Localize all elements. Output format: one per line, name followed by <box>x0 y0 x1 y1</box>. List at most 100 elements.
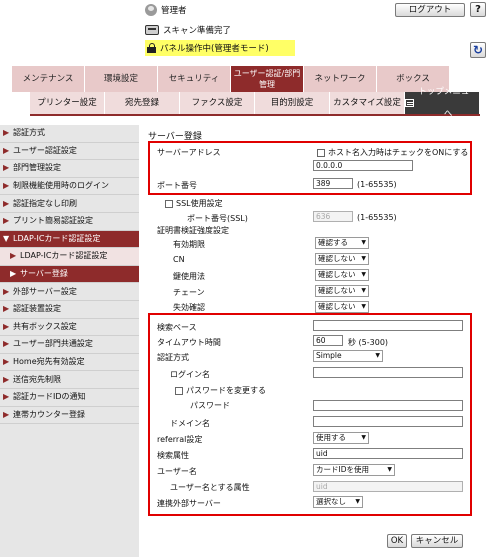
sidebar-item-restricted-login[interactable]: ▶ 制限機能使用時のログイン <box>0 177 139 196</box>
expiry-select[interactable]: 確認する ▼ <box>315 237 369 249</box>
chevron-down-icon: ▼ <box>3 233 10 243</box>
chevron-right-icon: ▶ <box>3 198 10 208</box>
sidebar-item-simple-print-auth[interactable]: ▶ プリント簡易認証設定 <box>0 212 139 231</box>
username-attr-label: ユーザー名とする属性 <box>170 483 250 492</box>
sidebar-item-send-limit[interactable]: ▶ 送信宛先制限 <box>0 371 139 389</box>
port-label: ポート番号 <box>157 181 197 190</box>
search-attr-label: 検索属性 <box>157 451 189 460</box>
chevron-right-icon: ▶ <box>3 145 10 155</box>
auth-method-label: 認証方式 <box>157 353 189 362</box>
password-input[interactable] <box>313 400 463 411</box>
login-name-input[interactable] <box>313 367 463 378</box>
chevron-right-icon: ▶ <box>3 304 10 314</box>
search-base-input[interactable] <box>313 320 463 331</box>
sidebar-item-home-dest[interactable]: ▶ Home宛先有効設定 <box>0 353 139 372</box>
referral-select[interactable]: 使用する ▼ <box>313 432 369 444</box>
chevron-down-icon: ▼ <box>375 352 380 359</box>
chevron-right-icon: ▶ <box>3 128 10 138</box>
login-name-label: ログイン名 <box>170 370 210 379</box>
server-address-label: サーバーアドレス <box>157 148 221 157</box>
change-password-checkbox[interactable] <box>175 386 183 395</box>
tab-security[interactable]: セキュリティ <box>158 66 231 92</box>
username-select[interactable]: カードIDを使用 ▼ <box>313 464 395 476</box>
timeout-label: タイムアウト時間 <box>157 338 221 347</box>
chevron-down-icon: ▼ <box>361 434 366 441</box>
chain-select[interactable]: 確認しない ▼ <box>315 285 369 297</box>
tab-fax[interactable]: ファクス設定 <box>180 92 255 114</box>
external-server-select[interactable]: 選択なし ▼ <box>313 496 363 508</box>
domain-label: ドメイン名 <box>170 419 210 428</box>
tab-customize[interactable]: カスタマイズ設定 <box>330 92 405 114</box>
chevron-down-icon: ▼ <box>361 287 366 294</box>
chevron-right-icon: ▶ <box>3 392 10 402</box>
chevron-right-icon: ▶ <box>3 357 10 367</box>
device-status: スキャン準備完了 <box>145 24 231 36</box>
chevron-right-icon: ▶ <box>3 216 10 226</box>
sidebar-item-auth-device[interactable]: ▶ 認証装置設定 <box>0 300 139 319</box>
ssl-port-input[interactable]: 636 <box>313 211 353 222</box>
search-base-label: 検索ベース <box>157 323 197 332</box>
sidebar-item-user-auth[interactable]: ▶ ユーザー認証設定 <box>0 142 139 161</box>
cancel-button[interactable]: キャンセル <box>411 534 463 548</box>
chevron-down-icon: ▼ <box>361 255 366 262</box>
username-attr-input[interactable]: uid <box>313 481 463 492</box>
sidebar-item-auth-method[interactable]: ▶ 認証方式 <box>0 125 139 143</box>
ssl-setting-row[interactable]: SSL使用設定 <box>165 198 223 209</box>
cert-strength-label: 証明書検証強度設定 <box>157 226 229 235</box>
chevron-right-icon: ▶ <box>3 181 10 191</box>
key-usage-select[interactable]: 確認しない ▼ <box>315 269 369 281</box>
chain-label: チェーン <box>173 288 205 297</box>
server-address-input[interactable]: 0.0.0.0 <box>313 160 413 171</box>
ok-button[interactable]: OK <box>387 534 407 548</box>
revoke-label: 失効確認 <box>173 303 205 312</box>
tab-purpose[interactable]: 目的別設定 <box>255 92 330 114</box>
auth-method-select[interactable]: Simple ▼ <box>313 350 383 362</box>
sidebar-item-user-dept-common[interactable]: ▶ ユーザー部門共通設定 <box>0 336 139 354</box>
sidebar-item-card-id-notice[interactable]: ▶ 認証カードIDの通知 <box>0 388 139 407</box>
port-range: (1-65535) <box>357 180 397 189</box>
host-name-checkbox[interactable] <box>317 148 325 157</box>
change-password-row[interactable]: パスワードを変更する <box>175 385 266 396</box>
cn-select[interactable]: 確認しない ▼ <box>315 253 369 265</box>
domain-input[interactable] <box>313 416 463 427</box>
sidebar-subitem-server-register[interactable]: ▶ サーバー登録 <box>0 265 139 284</box>
sidebar-item-dept[interactable]: ▶ 部門管理設定 <box>0 160 139 178</box>
tab-maintenance[interactable]: メンテナンス <box>12 66 85 92</box>
ssl-port-range: (1-65535) <box>357 213 397 222</box>
host-name-checkbox-row[interactable]: ホスト名入力時はチェックをONにする <box>317 147 468 158</box>
timeout-input[interactable]: 60 <box>313 335 343 346</box>
sidebar-item-counter-register[interactable]: ▶ 連帯カウンター登録 <box>0 406 139 425</box>
sidebar-item-ldap-ic[interactable]: ▼ LDAP-ICカード認証設定 <box>0 230 139 249</box>
refresh-button[interactable]: ↻ <box>470 42 486 58</box>
main-tabs: メンテナンス 環境設定 セキュリティ ユーザー認証/部門管理 ネットワーク ボッ… <box>12 66 450 92</box>
tab-top-menu[interactable]: トップメニューへ <box>405 87 480 119</box>
status-text: スキャン準備完了 <box>163 26 232 36</box>
ssl-checkbox[interactable] <box>165 199 173 208</box>
sidebar-item-noauth-print[interactable]: ▶ 認証指定なし印刷 <box>0 195 139 213</box>
port-input[interactable]: 389 <box>313 178 353 189</box>
tab-user-auth[interactable]: ユーザー認証/部門管理 <box>231 66 304 92</box>
chevron-right-icon: ▶ <box>3 374 10 384</box>
chevron-right-icon: ▶ <box>3 286 10 296</box>
panel-mode-banner: パネル操作中(管理者モード) <box>145 40 295 56</box>
sidebar-item-external-server[interactable]: ▶ 外部サーバー設定 <box>0 283 139 301</box>
key-usage-label: 鍵使用法 <box>173 272 205 281</box>
revoke-select[interactable]: 確認しない ▼ <box>315 301 369 313</box>
help-button[interactable]: ? <box>470 2 486 17</box>
sidebar-subitem-ldap-ic[interactable]: ▶ LDAP-ICカード認証設定 <box>0 248 139 266</box>
logout-button[interactable]: ログアウト <box>395 3 465 17</box>
tab-address[interactable]: 宛先登録 <box>105 92 180 114</box>
external-server-label: 連携外部サーバー <box>157 499 221 508</box>
panel-mode-text: パネル操作中(管理者モード) <box>160 44 269 54</box>
main-panel: サーバー登録 サーバーアドレス ホスト名入力時はチェックをONにする 0.0.0… <box>145 125 495 557</box>
sidebar-item-shared-box[interactable]: ▶ 共有ボックス設定 <box>0 318 139 337</box>
tab-network[interactable]: ネットワーク <box>304 66 377 92</box>
cn-label: CN <box>173 255 185 264</box>
chevron-right-icon: ▶ <box>3 339 10 349</box>
tab-environment[interactable]: 環境設定 <box>85 66 158 92</box>
chevron-down-icon: ▼ <box>387 466 392 473</box>
username-label: ユーザー名 <box>157 467 197 476</box>
search-attr-input[interactable]: uid <box>313 448 463 459</box>
chevron-down-icon: ▼ <box>361 239 366 246</box>
tab-printer[interactable]: プリンター設定 <box>30 92 105 114</box>
